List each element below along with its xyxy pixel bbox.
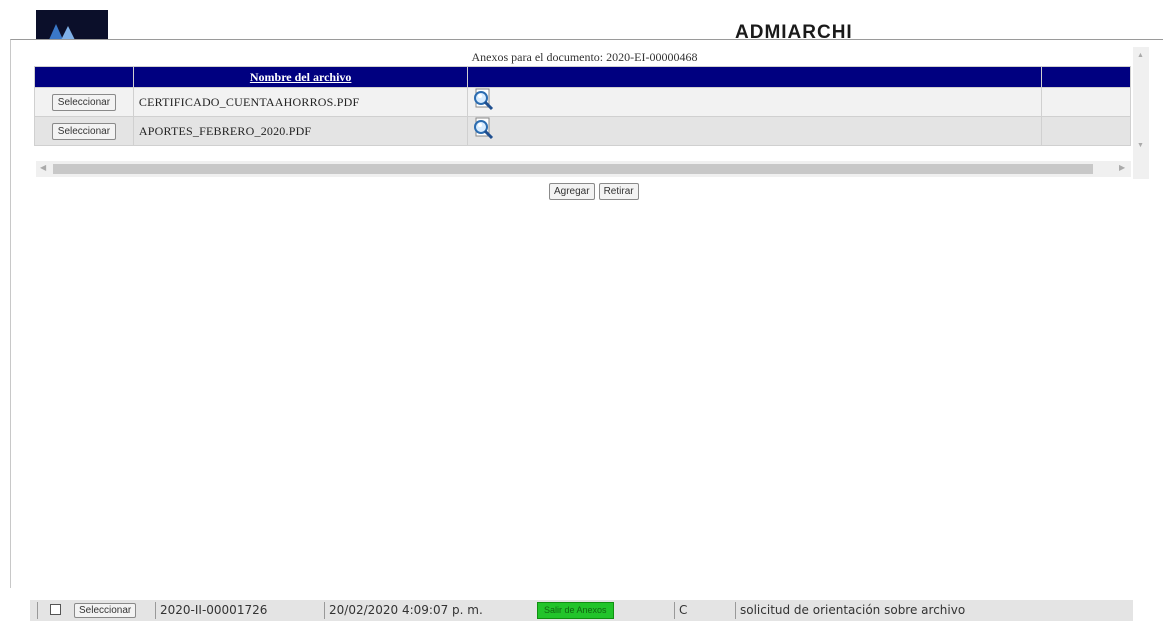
horizontal-scrollbar[interactable]: ◀ ▶ (36, 161, 1131, 177)
row-checkbox[interactable] (50, 604, 61, 615)
vertical-scrollbar[interactable]: ▲ ▼ (1133, 47, 1149, 179)
filename-cell: APORTES_FEBRERO_2020.PDF (132, 116, 469, 146)
status-code: C (674, 602, 687, 619)
annexes-table: Nombre del archivo Seleccionar CERTIFICA… (34, 66, 1131, 146)
select-cell: Seleccionar (34, 87, 134, 117)
status-select-button[interactable]: Seleccionar (74, 603, 137, 618)
add-button[interactable]: Agregar (549, 183, 595, 200)
status-divider (37, 602, 44, 619)
status-bar: Seleccionar 2020-II-00001726 20/02/2020 … (30, 600, 1133, 621)
table-header-row: Nombre del archivo (34, 66, 1131, 88)
scroll-down-icon[interactable]: ▼ (1137, 141, 1144, 149)
select-button[interactable]: Seleccionar (51, 93, 117, 111)
scroll-right-icon[interactable]: ▶ (1119, 163, 1125, 172)
extra-cell (1041, 116, 1131, 146)
header-extra (1041, 66, 1131, 88)
filename-cell: CERTIFICADO_CUENTAAHORROS.PDF (132, 87, 469, 117)
annex-actions: Agregar Retirar (549, 181, 639, 200)
status-select-wrap: Seleccionar (74, 602, 137, 618)
magnifier-document-icon[interactable] (470, 117, 498, 144)
select-button[interactable]: Seleccionar (51, 122, 117, 140)
annexes-caption: Anexos para el documento: 2020-EI-000004… (471, 50, 698, 64)
scroll-left-icon[interactable]: ◀ (40, 163, 46, 172)
scrollbar-thumb[interactable] (53, 164, 1093, 174)
filename-column-header[interactable]: Nombre del archivo (132, 66, 469, 88)
magnifier-document-icon[interactable] (470, 88, 498, 115)
exit-annexes-button[interactable]: Salir de Anexos (537, 602, 614, 619)
extra-cell (1041, 87, 1131, 117)
header-preview (467, 66, 1043, 88)
table-row: Seleccionar APORTES_FEBRERO_2020.PDF (34, 116, 1131, 146)
document-subject: solicitud de orientación sobre archivo (735, 602, 965, 619)
remove-button[interactable]: Retirar (598, 183, 639, 200)
preview-cell (467, 87, 1043, 117)
header-blank (34, 66, 134, 88)
scroll-up-icon[interactable]: ▲ (1137, 51, 1144, 59)
preview-cell (467, 116, 1043, 146)
select-cell: Seleccionar (34, 116, 134, 146)
app-logo (36, 10, 108, 42)
document-datetime: 20/02/2020 4:09:07 p. m. (324, 602, 483, 619)
table-row: Seleccionar CERTIFICADO_CUENTAAHORROS.PD… (34, 87, 1131, 117)
document-id: 2020-II-00001726 (155, 602, 267, 619)
